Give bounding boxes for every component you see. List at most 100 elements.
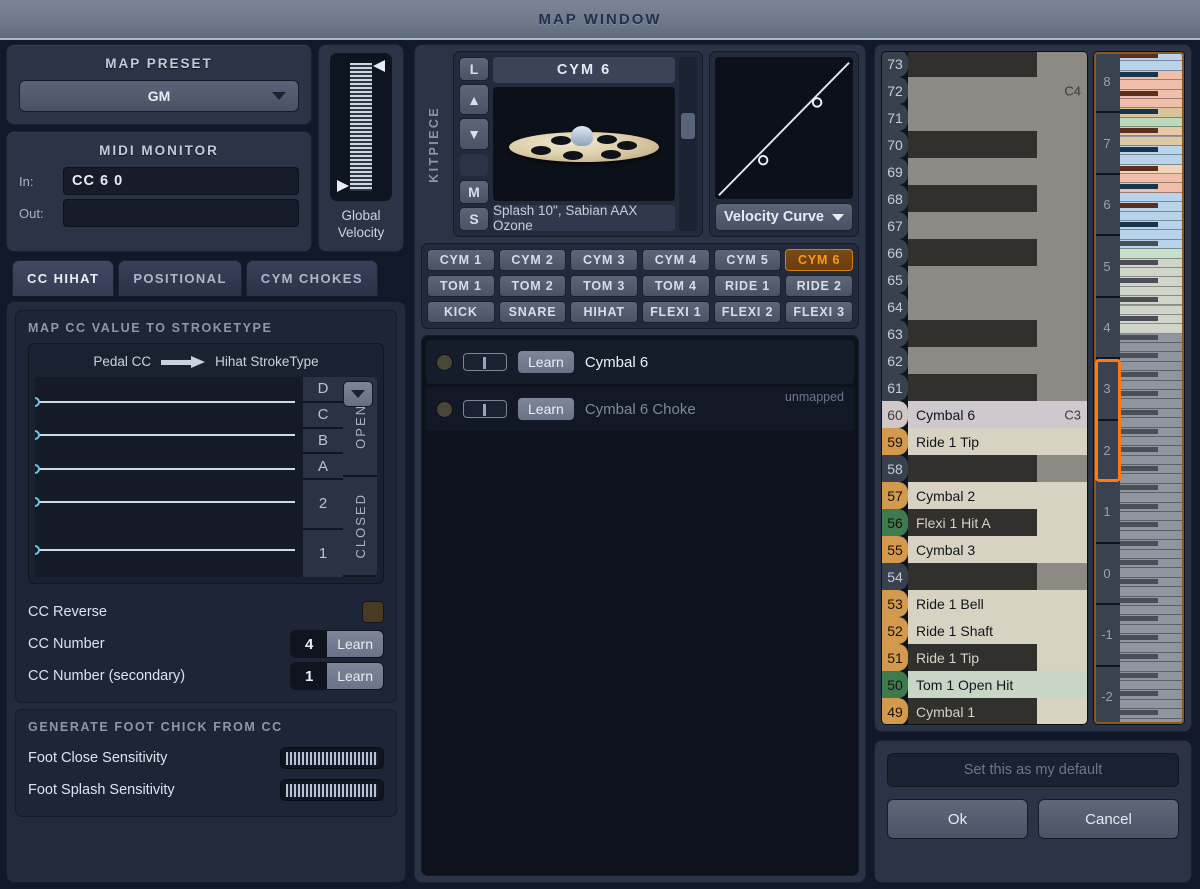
piano-roll-key[interactable] [908,185,1087,212]
mapping-toggle[interactable] [463,353,507,371]
piano-roll-key[interactable]: Ride 1 Shaft [908,617,1087,644]
piano-roll-row[interactable]: 56 Flexi 1 Hit A [882,509,1087,536]
octave-cell[interactable]: -1 [1094,605,1120,667]
piano-roll[interactable]: 73 72 C4 71 70 69 68 67 66 65 64 63 62 61 60 Cymbal 6 C3… [881,51,1088,725]
piano-roll-key[interactable] [908,52,1087,77]
mapping-row[interactable]: Learn Cymbal 6 [426,340,854,384]
kitpiece-button-cym-2[interactable]: CYM 2 [498,249,567,271]
cc-lane-handle[interactable] [35,430,40,440]
tab-cym-chokes[interactable]: CYM CHOKES [245,260,378,296]
kitpiece-button-flexi-2[interactable]: FLEXI 2 [713,301,782,323]
set-default-button[interactable]: Set this as my default [887,753,1179,787]
octave-cell[interactable]: 1 [1094,482,1120,544]
kitpiece-button-ride-1[interactable]: RIDE 1 [713,275,782,297]
kitpiece-button-snare[interactable]: SNARE [498,301,567,323]
octave-cell[interactable]: 4 [1094,297,1120,360]
cc-stroke-letter[interactable]: 2 [303,480,343,530]
kitpiece-scrollbar-thumb[interactable] [681,113,695,139]
piano-roll-row[interactable]: 53 Ride 1 Bell [882,590,1087,617]
cc-stroke-letter[interactable]: A [303,454,343,480]
piano-roll-row[interactable]: 59 Ride 1 Tip [882,428,1087,455]
kitpiece-button-cym-5[interactable]: CYM 5 [713,249,782,271]
tab-cc-hihat[interactable]: CC HIHAT [12,260,115,296]
ok-button[interactable]: Ok [887,799,1028,839]
piano-roll-row[interactable]: 68 [882,185,1087,212]
cc-reverse-checkbox[interactable] [362,601,384,623]
kitpiece-button-cym-6[interactable]: CYM 6 [785,249,853,271]
piano-roll-key[interactable]: C4 [908,77,1087,104]
cc-number-secondary-value[interactable]: 1 [291,663,328,689]
cc-lane-1[interactable] [35,545,295,555]
octave-cell[interactable]: 0 [1094,543,1120,606]
cc-lane-c[interactable] [35,430,295,440]
kitpiece-button-tom-4[interactable]: TOM 4 [641,275,710,297]
kitpiece-button-tom-3[interactable]: TOM 3 [570,275,638,297]
piano-roll-row[interactable]: 63 [882,320,1087,347]
cancel-button[interactable]: Cancel [1038,799,1179,839]
octave-cell[interactable]: 6 [1094,174,1120,237]
piano-roll-key[interactable] [908,320,1087,347]
piano-roll-key[interactable] [908,239,1087,266]
piano-roll-key[interactable]: Flexi 1 Hit A [908,509,1087,536]
piano-roll-key[interactable]: Cymbal 1 [908,698,1087,724]
piano-roll-row[interactable]: 65 [882,266,1087,293]
piano-roll-key[interactable] [908,347,1087,374]
tab-positional[interactable]: POSITIONAL [118,260,242,296]
kitpiece-button-cym-4[interactable]: CYM 4 [641,249,710,271]
cc-lane-handle[interactable] [35,497,40,507]
kitpiece-button-cym-1[interactable]: CYM 1 [427,249,495,271]
piano-roll-row[interactable]: 66 [882,239,1087,266]
octave-cell[interactable]: 7 [1094,113,1120,175]
piano-roll-row[interactable]: 70 [882,131,1087,158]
piano-roll-row[interactable]: 57 Cymbal 2 [882,482,1087,509]
piano-roll-key[interactable]: Cymbal 6 C3 [908,401,1087,428]
kitpiece-link-button[interactable]: L [459,57,489,82]
velocity-curve-graph[interactable] [715,57,853,199]
foot-splash-slider[interactable] [280,779,384,801]
piano-roll-key[interactable] [908,158,1087,185]
cc-stroke-letter[interactable]: B [303,428,343,455]
piano-roll-row[interactable]: 55 Cymbal 3 [882,536,1087,563]
piano-roll-row[interactable]: 62 [882,347,1087,374]
piano-roll-key[interactable]: Cymbal 3 [908,536,1087,563]
piano-roll-row[interactable]: 51 Ride 1 Tip [882,644,1087,671]
octave-cell[interactable]: -2 [1094,666,1120,724]
piano-roll-row[interactable]: 67 [882,212,1087,239]
piano-roll-row[interactable]: 72 C4 [882,77,1087,104]
foot-close-slider[interactable] [280,747,384,769]
octave-cell[interactable]: 8 [1094,52,1120,114]
piano-roll-row[interactable]: 49 Cymbal 1 [882,698,1087,724]
cc-lane-d[interactable] [35,397,295,407]
cc-stroke-letter[interactable]: D [303,377,343,403]
cc-number-learn-button[interactable]: Learn [327,631,383,657]
piano-roll-row[interactable]: 60 Cymbal 6 C3 [882,401,1087,428]
cc-lane-b[interactable] [35,464,295,474]
piano-roll-key[interactable]: Tom 1 Open Hit [908,671,1087,698]
piano-roll-key[interactable]: Ride 1 Bell [908,590,1087,617]
octave-minimap[interactable]: 8 7 6 5 4 3 2 1 0 -1 -2 [1093,51,1185,725]
piano-roll-key[interactable] [908,563,1087,590]
piano-roll-row[interactable]: 61 [882,374,1087,401]
cc-lane-handle[interactable] [35,397,40,407]
cc-number-secondary-learn-button[interactable]: Learn [327,663,383,689]
piano-roll-key[interactable]: Cymbal 2 [908,482,1087,509]
map-preset-dropdown[interactable]: GM [19,80,299,112]
octave-cell[interactable]: 5 [1094,236,1120,298]
piano-roll-row[interactable]: 58 [882,455,1087,482]
kitpiece-up-button[interactable]: ▲ [459,84,489,116]
piano-roll-key[interactable]: Ride 1 Tip [908,428,1087,455]
global-velocity-max-handle[interactable] [373,60,385,72]
mapping-learn-button[interactable]: Learn [517,397,575,421]
cc-stroketype-dropdown[interactable] [343,381,373,407]
kitpiece-button-cym-3[interactable]: CYM 3 [570,249,638,271]
kitpiece-down-button[interactable]: ▼ [459,118,489,150]
velocity-curve-dropdown[interactable]: Velocity Curve [715,203,853,231]
piano-roll-row[interactable]: 64 [882,293,1087,320]
midi-out-value[interactable] [63,199,299,227]
piano-roll-key[interactable] [908,374,1087,401]
piano-roll-key[interactable] [908,266,1087,293]
cc-lane-a[interactable] [35,497,295,507]
kitpiece-scrollbar[interactable] [679,57,697,231]
kitpiece-button-hihat[interactable]: HIHAT [570,301,638,323]
mapping-learn-button[interactable]: Learn [517,350,575,374]
